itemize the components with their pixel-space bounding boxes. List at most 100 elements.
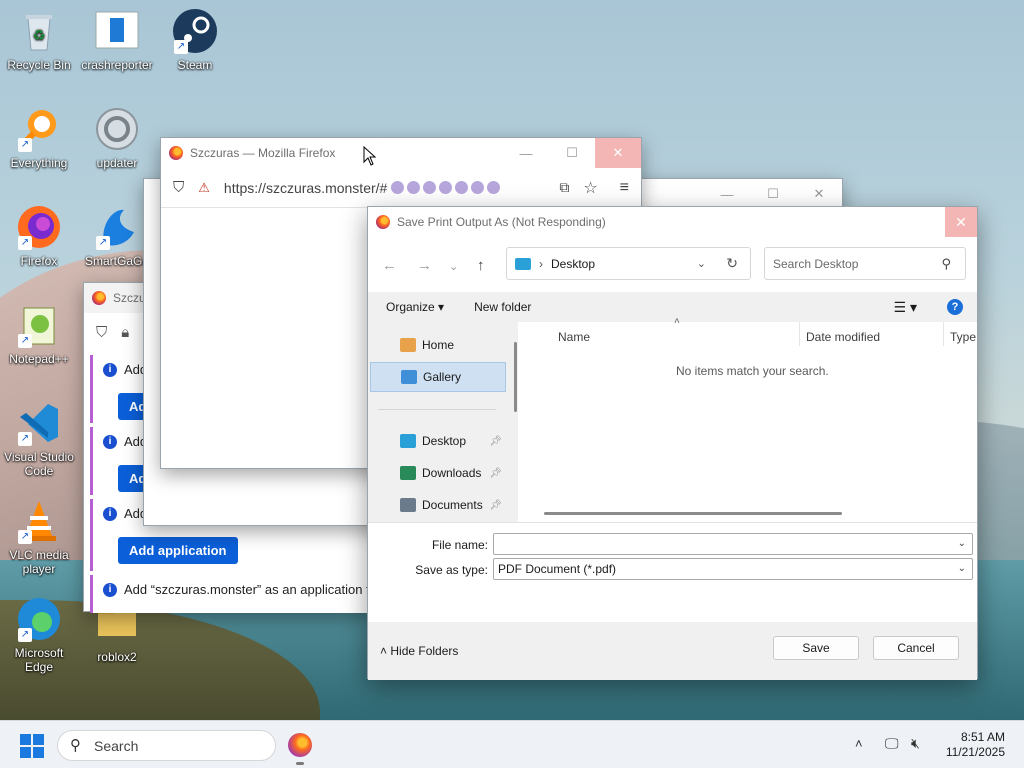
desktop-icon-label: Firefox <box>20 254 58 268</box>
nav-item-home[interactable]: Home <box>378 330 506 360</box>
column-header-date-modified[interactable]: Date modified <box>806 330 880 344</box>
close-button[interactable]: ✕ <box>945 207 977 237</box>
close-button[interactable]: ✕ <box>595 138 641 168</box>
command-bar: Organize ▾ New folder ☰ ▾ ? <box>368 292 977 322</box>
refresh-icon[interactable]: ↻ <box>726 255 738 272</box>
url-emoji-string <box>391 181 501 194</box>
forward-arrow-icon[interactable]: → <box>417 257 432 274</box>
desktop-icon-label: Recycle Bin <box>7 58 71 72</box>
close-button[interactable]: ✕ <box>796 179 842 209</box>
pin-icon: 📌︎ <box>489 467 502 479</box>
address-bar[interactable]: › Desktop ⌄ ↻ <box>506 247 751 280</box>
downloads-icon <box>400 466 416 480</box>
nav-scrollbar[interactable] <box>514 342 517 412</box>
breadcrumb-location[interactable]: Desktop <box>551 257 595 271</box>
save-dialog[interactable]: Save Print Output As (Not Responding) ✕ … <box>367 206 978 680</box>
column-header-type[interactable]: Type <box>950 330 976 344</box>
notification: i Add “szczuras.monster” as an applicati… <box>90 575 372 613</box>
address-dropdown-icon[interactable]: ⌄ <box>697 257 706 270</box>
desktop-icon-steam[interactable]: ↗ Steam <box>156 8 234 72</box>
firefox-icon <box>376 215 390 229</box>
clock[interactable]: 8:51 AM 11/21/2025 <box>946 730 1005 760</box>
info-icon: i <box>103 507 117 521</box>
desktop-icon-updater[interactable]: updater <box>78 106 156 170</box>
search-icon: ⚲ <box>70 737 81 754</box>
desktop-icon-label: Everything <box>10 156 68 170</box>
search-input[interactable]: Search Desktop ⚲ <box>764 247 966 280</box>
nav-item-downloads[interactable]: Downloads 📌︎ <box>378 458 506 488</box>
desktop-icon-notepadpp[interactable]: ↗ Notepad++ <box>0 302 78 366</box>
add-application-button[interactable]: Add application <box>118 537 238 564</box>
url-bar[interactable]: https://szczuras.monster/# <box>224 180 387 196</box>
windows-start-icon[interactable] <box>20 734 44 758</box>
maximize-button[interactable]: ☐ <box>549 138 595 168</box>
desktop-icon-vscode[interactable]: ↗ Visual Studio Code <box>0 400 78 478</box>
bookmark-star-icon[interactable]: ☆ <box>583 178 597 198</box>
desktop-icon-label: roblox2 <box>97 650 137 664</box>
desktop-icon-label: Microsoft Edge <box>14 646 64 674</box>
firefox-icon: ↗ <box>16 204 62 250</box>
desktop-icon-recycle-bin[interactable]: ♻ Recycle Bin <box>0 8 78 72</box>
up-arrow-icon[interactable]: ↑ <box>477 257 485 274</box>
menu-icon[interactable]: ≡ <box>620 179 629 197</box>
insecure-lock-icon[interactable]: ⚠ <box>198 180 210 196</box>
shield-icon[interactable]: ⛉ <box>173 179 184 196</box>
nav-item-desktop[interactable]: Desktop 📌︎ <box>378 426 506 456</box>
shield-icon[interactable]: ⛉ <box>96 324 107 341</box>
taskbar-firefox-icon[interactable] <box>288 733 312 757</box>
window-title: Szczu <box>113 291 146 305</box>
desktop-icon-vlc[interactable]: ↗ VLC media player <box>0 498 78 576</box>
taskbar-search[interactable]: ⚲ Search <box>57 730 276 761</box>
hide-folders-button[interactable]: ˄ Hide Folders <box>380 644 458 658</box>
back-arrow-icon[interactable]: ← <box>382 257 397 274</box>
pin-icon: 📌︎ <box>489 499 502 511</box>
steam-icon: ↗ <box>172 8 218 54</box>
clock-date: 11/21/2025 <box>945 745 1005 759</box>
organize-button[interactable]: Organize ▾ <box>386 300 444 314</box>
maximize-button[interactable]: ☐ <box>750 179 796 209</box>
dialog-title: Save Print Output As (Not Responding) <box>397 215 606 229</box>
minimize-button[interactable]: — <box>704 179 750 209</box>
cancel-button[interactable]: Cancel <box>873 636 959 660</box>
lock-icon[interactable]: 🔒︎ <box>121 324 129 341</box>
search-placeholder: Search Desktop <box>773 256 859 271</box>
crashreporter-icon <box>94 8 140 54</box>
mouse-cursor-icon <box>363 146 377 166</box>
horizontal-scrollbar[interactable] <box>544 512 842 515</box>
window-controls: — ☐ ✕ <box>503 138 641 168</box>
desktop-icon-crashreporter[interactable]: crashreporter <box>78 8 156 72</box>
dialog-titlebar[interactable]: Save Print Output As (Not Responding) <box>368 207 977 237</box>
chevron-down-icon[interactable]: ⌄ <box>958 563 966 574</box>
desktop-folder-icon <box>400 434 416 448</box>
recent-locations-chevron-icon[interactable]: ⌄ <box>449 260 458 273</box>
volume-muted-icon[interactable]: 🔇︎ <box>911 735 920 752</box>
network-icon[interactable]: 🖵︎ <box>885 735 899 752</box>
new-folder-button[interactable]: New folder <box>474 300 531 314</box>
chevron-up-icon[interactable]: ˄ <box>855 736 863 751</box>
save-type-select[interactable]: PDF Document (*.pdf) ⌄ <box>493 558 973 580</box>
view-options-icon[interactable]: ☰ ▾ <box>894 299 917 316</box>
clock-time: 8:51 AM <box>960 730 1005 744</box>
desktop-icon-firefox[interactable]: ↗ Firefox <box>0 204 78 268</box>
help-icon[interactable]: ? <box>947 299 963 315</box>
notepadpp-icon: ↗ <box>16 302 62 348</box>
desktop-icon-edge[interactable]: ↗ Microsoft Edge <box>0 596 78 674</box>
column-header-name[interactable]: Name <box>558 330 590 344</box>
desktop-icon-label: Visual Studio Code <box>4 450 74 478</box>
page-action-icon[interactable]: ⧉ <box>559 179 569 196</box>
nav-item-gallery[interactable]: Gallery <box>370 362 506 392</box>
save-button[interactable]: Save <box>773 636 859 660</box>
chevron-down-icon[interactable]: ⌄ <box>958 538 966 549</box>
minimize-button[interactable]: — <box>503 138 549 168</box>
nav-item-documents[interactable]: Documents 📌︎ <box>378 490 506 520</box>
home-icon <box>400 338 416 352</box>
desktop-icon-everything[interactable]: ↗ Everything <box>0 106 78 170</box>
sort-up-icon: ˄ <box>674 316 680 327</box>
window-titlebar[interactable]: Szczuras — Mozilla Firefox — ☐ ✕ <box>161 138 641 168</box>
desktop-icon-label: Notepad++ <box>9 352 69 366</box>
file-name-input[interactable]: ⌄ <box>493 533 973 555</box>
documents-icon <box>400 498 416 512</box>
notification-text: Add “szczuras.monster” as an application… <box>124 582 372 597</box>
desktop-folder-icon <box>515 257 531 270</box>
navigation-toolbar: ⛉ ⚠ https://szczuras.monster/# ⧉ ☆ ≡ <box>161 168 641 208</box>
